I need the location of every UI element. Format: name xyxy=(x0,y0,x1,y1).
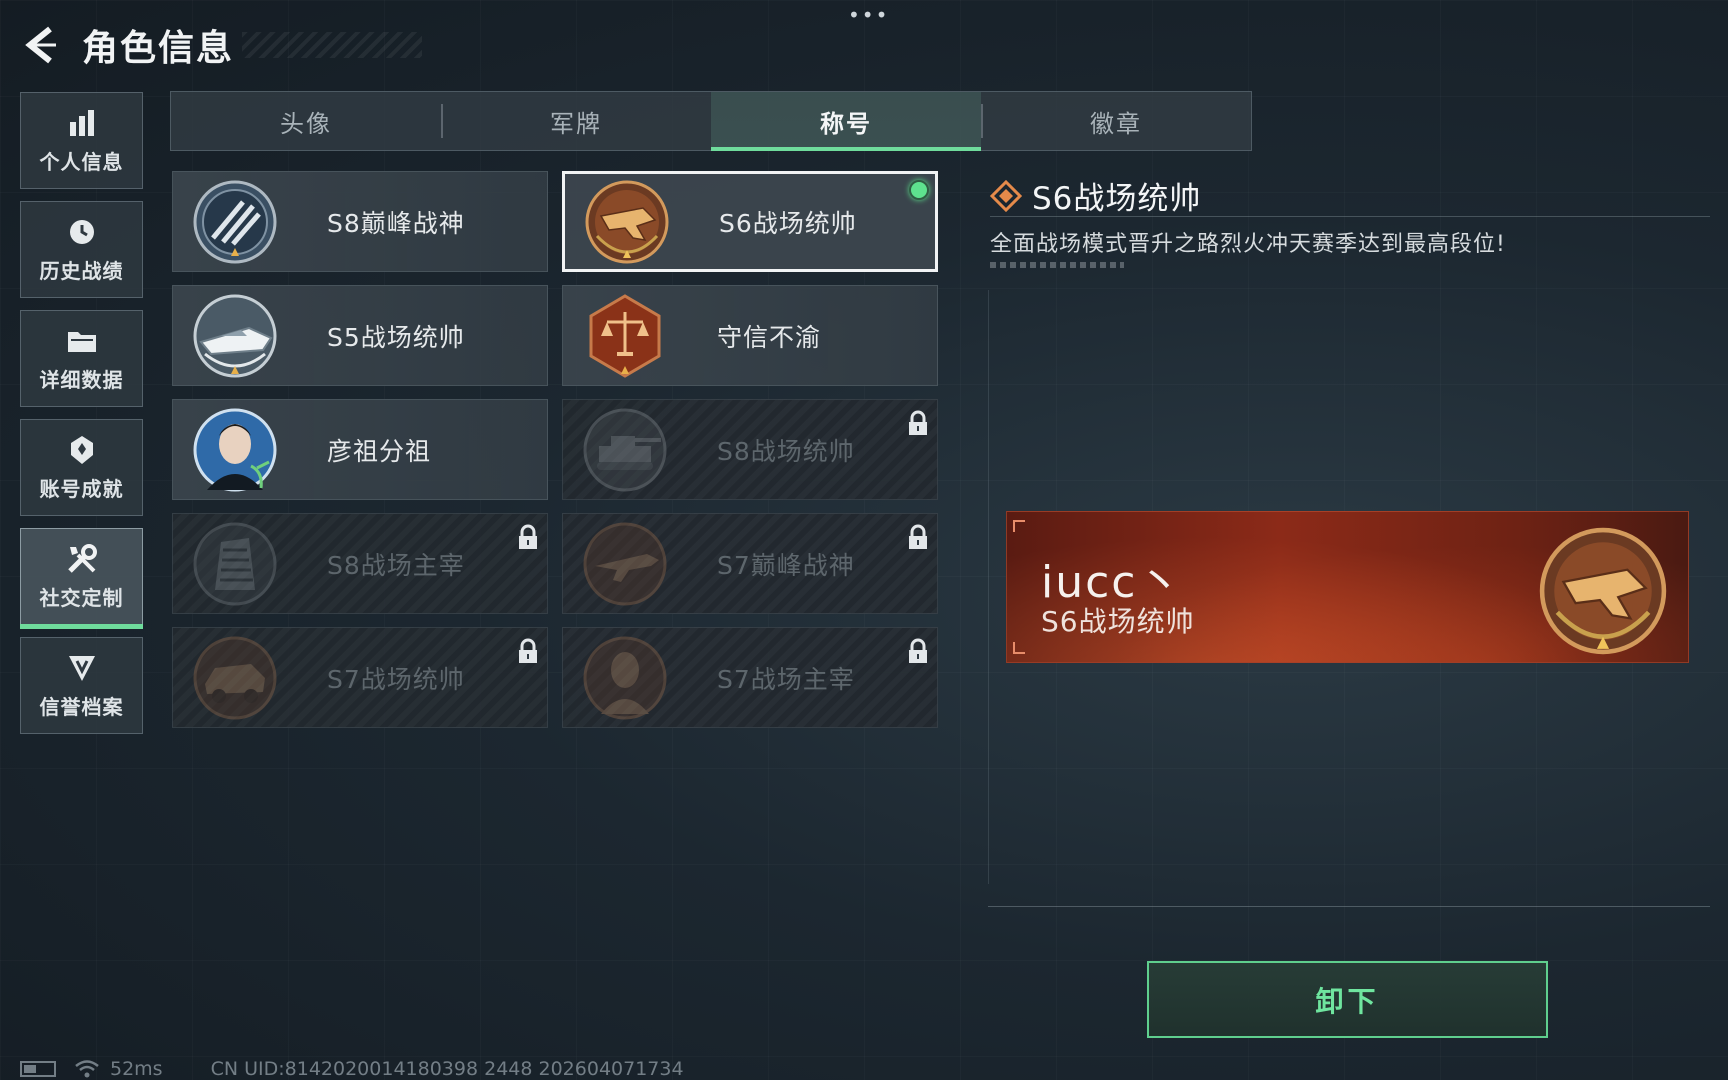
sidebar-item-profile[interactable]: 个人信息 xyxy=(20,92,143,189)
title-label: S8巅峰战神 xyxy=(327,208,465,238)
unequip-button[interactable]: 卸下 xyxy=(1147,961,1548,1038)
vehicle-badge-icon xyxy=(191,634,279,722)
shield-emblem-icon xyxy=(65,651,99,685)
back-arrow-icon xyxy=(25,26,56,64)
nameplate-preview: iucc丶 S6战场统帅 xyxy=(1006,511,1689,663)
title-card-locked[interactable]: S7战场主宰 xyxy=(562,627,938,728)
title-label: S7战场统帅 xyxy=(327,664,465,694)
page-title: 角色信息 xyxy=(82,28,235,69)
lock-icon xyxy=(907,524,929,550)
soldier-badge-icon xyxy=(581,634,669,722)
menu-dots[interactable]: ••• xyxy=(848,5,887,25)
jet-fighter-badge-icon xyxy=(583,178,671,266)
title-card-locked[interactable]: S7巅峰战神 xyxy=(562,513,938,614)
uid-text: CN UID:8142020014180398 2448 20260407173… xyxy=(210,1058,684,1080)
back-button[interactable] xyxy=(18,21,66,69)
title-card[interactable]: 守信不渝 xyxy=(562,285,938,386)
title-card-locked[interactable]: S8战场统帅 xyxy=(562,399,938,500)
detail-title: S6战场统帅 xyxy=(1032,181,1202,217)
sidebar-item-label: 信誉档案 xyxy=(39,695,124,719)
sidebar-item-history[interactable]: 历史战绩 xyxy=(20,201,143,298)
lock-icon xyxy=(907,410,929,436)
nameplate-corner xyxy=(1013,642,1025,654)
title-label: S7战场主宰 xyxy=(717,664,855,694)
sidebar-item-label: 社交定制 xyxy=(39,586,124,610)
folder-icon xyxy=(65,324,99,358)
title-grid: S8巅峰战神 S6战场统帅 S5战场统帅 守信不渝 彦祖分祖 S8战场统帅 S8… xyxy=(172,171,938,728)
wings-emblem-icon xyxy=(191,178,279,266)
rifle-badge-icon xyxy=(581,520,669,608)
lock-icon xyxy=(907,638,929,664)
title-label: 守信不渝 xyxy=(717,322,822,352)
scales-badge-icon xyxy=(581,292,669,380)
sidebar-item-achievements[interactable]: 账号成就 xyxy=(20,419,143,516)
preview-divider xyxy=(988,906,1710,907)
title-decoration xyxy=(242,32,423,58)
title-card[interactable]: 彦祖分祖 xyxy=(172,399,548,500)
achievement-icon xyxy=(65,433,99,467)
tab-badge[interactable]: 徽章 xyxy=(981,92,1251,150)
speedboat-badge-icon xyxy=(191,292,279,380)
sidebar-item-label: 个人信息 xyxy=(39,150,124,174)
portrait-avatar-icon xyxy=(191,406,279,494)
nameplate-title: S6战场统帅 xyxy=(1041,605,1195,638)
detail-description: 全面战场模式晋升之路烈火冲天赛季达到最高段位! xyxy=(990,232,1506,257)
title-card-locked[interactable]: S7战场统帅 xyxy=(172,627,548,728)
title-label: S8战场统帅 xyxy=(717,436,855,466)
detail-decoration xyxy=(990,262,1124,268)
history-clock-icon xyxy=(65,215,99,249)
bar-chart-icon xyxy=(65,106,99,140)
tools-icon xyxy=(65,542,99,576)
detail-divider xyxy=(990,216,1710,217)
lock-icon xyxy=(517,638,539,664)
battery-icon xyxy=(20,1061,56,1077)
sidebar-item-label: 历史战绩 xyxy=(39,259,124,283)
sidebar: 个人信息 历史战绩 详细数据 账号成就 社交定制 信誉档案 xyxy=(20,92,143,746)
title-card-selected[interactable]: S6战场统帅 xyxy=(562,171,938,272)
page-header: 角色信息 xyxy=(18,20,423,70)
title-label: S8战场主宰 xyxy=(327,550,465,580)
sidebar-item-details[interactable]: 详细数据 xyxy=(20,310,143,407)
title-label: 彦祖分祖 xyxy=(327,436,432,466)
nameplate-corner xyxy=(1013,520,1025,532)
ping-readout: 52ms xyxy=(110,1058,163,1080)
diamond-marker-icon xyxy=(990,179,1022,212)
tab-avatar[interactable]: 头像 xyxy=(171,92,441,150)
status-bar: 52ms CN UID:8142020014180398 2448 202604… xyxy=(20,1058,684,1080)
building-badge-icon xyxy=(191,520,279,608)
category-tabs: 头像 军牌 称号 徽章 xyxy=(170,91,1252,151)
sidebar-item-label: 详细数据 xyxy=(39,368,124,392)
tab-title[interactable]: 称号 xyxy=(711,92,981,151)
jet-fighter-badge-icon xyxy=(1536,524,1670,658)
lock-icon xyxy=(517,524,539,550)
title-card[interactable]: S8巅峰战神 xyxy=(172,171,548,272)
title-label: S6战场统帅 xyxy=(719,208,857,238)
detail-header: S6战场统帅 xyxy=(990,173,1201,218)
tab-dog-tag[interactable]: 军牌 xyxy=(441,92,711,150)
title-label: S5战场统帅 xyxy=(327,322,465,352)
equipped-indicator xyxy=(909,180,929,200)
title-card-locked[interactable]: S8战场主宰 xyxy=(172,513,548,614)
title-label: S7巅峰战神 xyxy=(717,550,855,580)
sidebar-item-credit[interactable]: 信誉档案 xyxy=(20,637,143,734)
tank-badge-icon xyxy=(581,406,669,494)
title-card[interactable]: S5战场统帅 xyxy=(172,285,548,386)
sidebar-item-label: 账号成就 xyxy=(39,477,124,501)
wifi-icon xyxy=(75,1060,99,1078)
sidebar-item-social-custom[interactable]: 社交定制 xyxy=(20,528,143,629)
